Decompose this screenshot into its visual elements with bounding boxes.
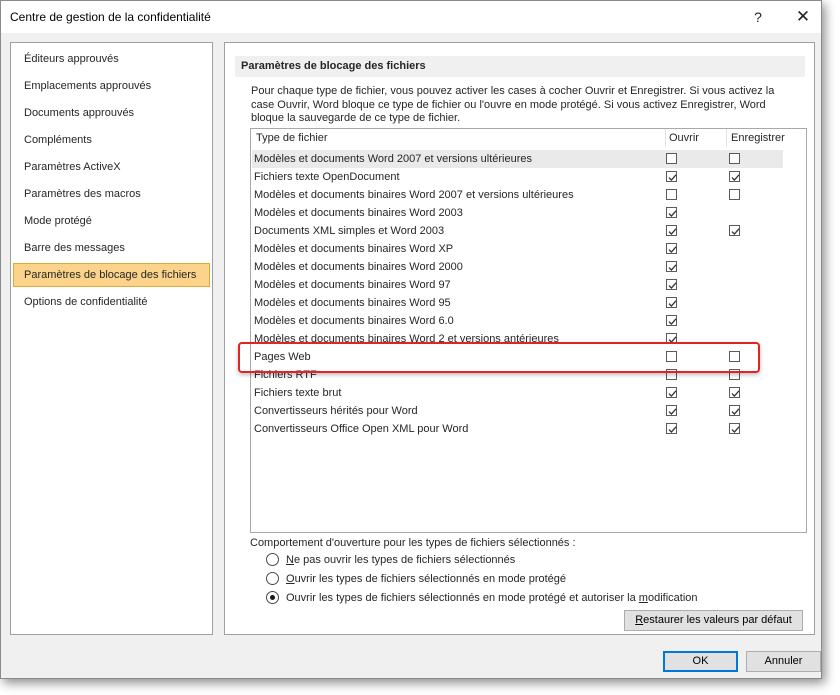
- open-checkbox[interactable]: [666, 405, 677, 416]
- column-divider: [665, 129, 666, 147]
- button-label: estaurer les valeurs par défaut: [643, 614, 792, 626]
- highlight-annotation: [238, 342, 760, 373]
- label-text: e pas ouvrir les types de fichiers sélec…: [293, 554, 516, 566]
- radio-option-label: Ne pas ouvrir les types de fichiers séle…: [286, 552, 515, 568]
- sidebar-item[interactable]: Compléments: [13, 128, 210, 152]
- trust-center-dialog: Centre de gestion de la confidentialité …: [0, 0, 822, 679]
- open-checkbox[interactable]: [666, 207, 677, 218]
- save-checkbox[interactable]: [729, 189, 740, 200]
- table-row[interactable]: Modèles et documents binaires Word 2007 …: [252, 186, 805, 204]
- radio-option-label: Ouvrir les types de fichiers sélectionné…: [286, 571, 566, 587]
- window-title: Centre de gestion de la confidentialité: [10, 10, 211, 24]
- label-text: Ouvrir les types de fichiers sélectionné…: [286, 592, 639, 604]
- file-type-name: Fichiers texte brut: [254, 387, 342, 399]
- save-checkbox[interactable]: [729, 423, 740, 434]
- file-type-name: Documents XML simples et Word 2003: [254, 225, 445, 237]
- column-header-file-type[interactable]: Type de fichier: [256, 129, 328, 147]
- table-row[interactable]: Modèles et documents binaires Word 95: [252, 294, 805, 312]
- save-checkbox[interactable]: [729, 405, 740, 416]
- sidebar-item[interactable]: Paramètres de blocage des fichiers: [13, 263, 210, 287]
- table-row[interactable]: Convertisseurs hérités pour Word: [252, 402, 805, 420]
- table-row[interactable]: Fichiers texte OpenDocument: [252, 168, 805, 186]
- open-checkbox[interactable]: [666, 315, 677, 326]
- radio-button[interactable]: [266, 591, 279, 604]
- cancel-button[interactable]: Annuler: [746, 651, 821, 672]
- file-type-table: Type de fichier Ouvrir Enregistrer Modèl…: [250, 128, 807, 533]
- table-row[interactable]: Modèles et documents binaires Word XP: [252, 240, 805, 258]
- file-type-name: Modèles et documents binaires Word XP: [254, 243, 454, 255]
- restore-defaults-button[interactable]: Restaurer les valeurs par défaut: [624, 610, 803, 631]
- description-line: case Ouvrir, Word bloque ce type de fich…: [251, 98, 766, 111]
- column-header-save[interactable]: Enregistrer: [731, 129, 785, 147]
- file-type-name: Modèles et documents Word 2007 et versio…: [254, 153, 532, 165]
- sidebar-item[interactable]: Options de confidentialité: [13, 290, 210, 314]
- file-type-name: Modèles et documents binaires Word 97: [254, 279, 451, 291]
- save-checkbox[interactable]: [729, 153, 740, 164]
- table-row[interactable]: Fichiers texte brut: [252, 384, 805, 402]
- sidebar-item[interactable]: Paramètres ActiveX: [13, 155, 210, 179]
- file-type-name: Modèles et documents binaires Word 2003: [254, 207, 463, 219]
- file-type-name: Convertisseurs Office Open XML pour Word: [254, 423, 469, 435]
- open-checkbox[interactable]: [666, 387, 677, 398]
- radio-option-label: Ouvrir les types de fichiers sélectionné…: [286, 590, 698, 606]
- ok-button[interactable]: OK: [663, 651, 738, 672]
- mnemonic: R: [635, 614, 644, 626]
- file-type-name: Modèles et documents binaires Word 2000: [254, 261, 463, 273]
- sidebar-item[interactable]: Barre des messages: [13, 236, 210, 260]
- open-checkbox[interactable]: [666, 225, 677, 236]
- file-type-name: Fichiers texte OpenDocument: [254, 171, 400, 183]
- open-checkbox[interactable]: [666, 189, 677, 200]
- mnemonic: m: [638, 592, 648, 604]
- table-row[interactable]: Modèles et documents Word 2007 et versio…: [252, 150, 783, 168]
- title-bar: Centre de gestion de la confidentialité …: [1, 1, 821, 33]
- file-type-name: Modèles et documents binaires Word 95: [254, 297, 451, 309]
- table-row[interactable]: Documents XML simples et Word 2003: [252, 222, 805, 240]
- sidebar-nav: Éditeurs approuvés Emplacements approuvés…: [10, 42, 213, 635]
- label-text: odification: [647, 592, 698, 604]
- save-checkbox[interactable]: [729, 225, 740, 236]
- open-checkbox[interactable]: [666, 243, 677, 254]
- description-line: Pour chaque type de fichier, vous pouvez…: [251, 85, 775, 97]
- open-checkbox[interactable]: [666, 171, 677, 182]
- sidebar-item[interactable]: Emplacements approuvés: [13, 74, 210, 98]
- open-checkbox[interactable]: [666, 261, 677, 272]
- open-checkbox[interactable]: [666, 297, 677, 308]
- open-checkbox[interactable]: [666, 423, 677, 434]
- file-type-name: Modèles et documents binaires Word 6.0: [254, 315, 454, 327]
- column-divider: [726, 129, 727, 147]
- help-icon[interactable]: ?: [741, 4, 775, 30]
- sidebar-item[interactable]: Mode protégé: [13, 209, 210, 233]
- file-type-name: Convertisseurs hérités pour Word: [254, 405, 418, 417]
- save-checkbox[interactable]: [729, 171, 740, 182]
- table-row[interactable]: Modèles et documents binaires Word 2000: [252, 258, 805, 276]
- description: Pour chaque type de fichier, vous pouvez…: [251, 85, 803, 126]
- column-header-open[interactable]: Ouvrir: [669, 129, 699, 147]
- open-behavior-label: Comportement d'ouverture pour les types …: [250, 537, 576, 549]
- sidebar-item[interactable]: Éditeurs approuvés: [13, 47, 210, 71]
- table-row[interactable]: Modèles et documents binaires Word 97: [252, 276, 805, 294]
- file-type-name: Modèles et documents binaires Word 2007 …: [254, 189, 574, 201]
- close-icon[interactable]: ✕: [786, 4, 820, 30]
- mnemonic: N: [286, 554, 294, 566]
- table-row[interactable]: Modèles et documents binaires Word 6.0: [252, 312, 805, 330]
- open-checkbox[interactable]: [666, 153, 677, 164]
- table-row[interactable]: Modèles et documents binaires Word 2003: [252, 204, 805, 222]
- radio-button[interactable]: [266, 553, 279, 566]
- sidebar-item[interactable]: Paramètres des macros: [13, 182, 210, 206]
- sidebar-item[interactable]: Documents approuvés: [13, 101, 210, 125]
- description-line: bloque la sauvegarde de ce type de fichi…: [251, 112, 461, 124]
- save-checkbox[interactable]: [729, 387, 740, 398]
- section-title: Paramètres de blocage des fichiers: [235, 56, 805, 77]
- open-checkbox[interactable]: [666, 279, 677, 290]
- radio-button[interactable]: [266, 572, 279, 585]
- label-text: uvrir les types de fichiers sélectionnés…: [294, 573, 567, 585]
- table-row[interactable]: Convertisseurs Office Open XML pour Word: [252, 420, 805, 438]
- mnemonic: O: [286, 573, 295, 585]
